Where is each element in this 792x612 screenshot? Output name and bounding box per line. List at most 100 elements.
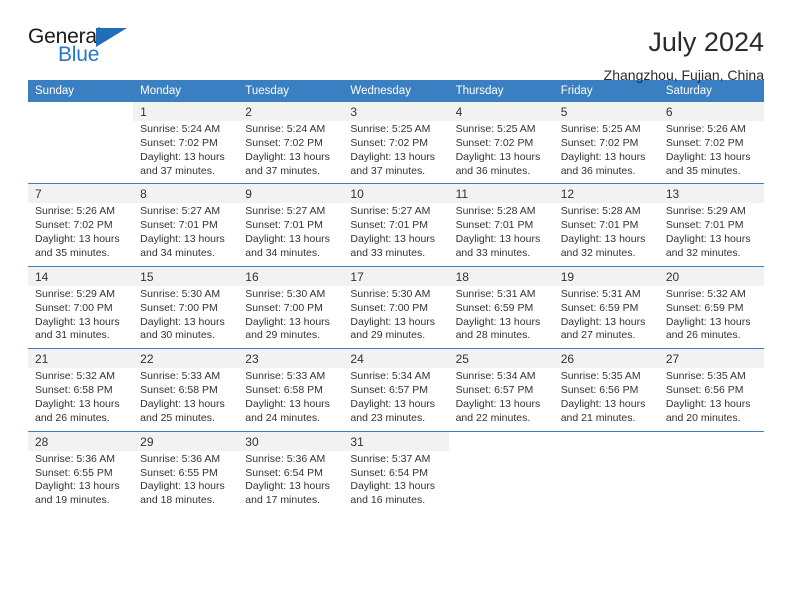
day-number-cell[interactable]: 22 <box>133 348 239 369</box>
day-detail-cell[interactable]: Sunrise: 5:33 AM Sunset: 6:58 PM Daylight:… <box>238 368 344 432</box>
week-daynumber-row: 123456 <box>28 102 764 121</box>
weekday-header-sunday: Sunday <box>28 80 134 102</box>
day-detail-cell[interactable]: Sunrise: 5:36 AM Sunset: 6:54 PM Daylight:… <box>238 450 344 514</box>
day-number-cell[interactable]: 16 <box>238 265 344 286</box>
day-detail-cell[interactable]: Sunrise: 5:26 AM Sunset: 7:02 PM Daylight:… <box>28 203 134 267</box>
day-detail-line: Daylight: 13 hours <box>560 315 646 328</box>
day-detail-line: Daylight: 13 hours <box>455 315 541 328</box>
day-detail-line: Sunset: 7:00 PM <box>245 301 323 314</box>
day-number-cell[interactable]: 7 <box>28 183 134 204</box>
day-detail-line: Sunrise: 5:30 AM <box>140 287 221 300</box>
day-detail-cell[interactable]: Sunrise: 5:35 AM Sunset: 6:56 PM Daylight:… <box>658 368 764 432</box>
day-detail-cell[interactable]: Sunrise: 5:37 AM Sunset: 6:54 PM Daylight:… <box>343 450 449 514</box>
calendar-page: General Blue July 2024 Zhangzhou, Fujian… <box>0 0 792 612</box>
day-detail-cell[interactable]: Sunrise: 5:29 AM Sunset: 7:01 PM Daylight:… <box>658 203 764 267</box>
day-detail-cell[interactable]: Sunrise: 5:24 AM Sunset: 7:02 PM Daylight:… <box>238 121 344 184</box>
day-detail-cell[interactable]: Sunrise: 5:25 AM Sunset: 7:02 PM Daylight:… <box>553 121 659 184</box>
day-number-cell[interactable]: 15 <box>133 265 239 286</box>
day-detail-line: and 35 minutes. <box>665 164 741 177</box>
day-detail-cell[interactable]: Sunrise: 5:31 AM Sunset: 6:59 PM Daylight:… <box>448 285 554 349</box>
day-detail-cell[interactable]: Sunrise: 5:27 AM Sunset: 7:01 PM Daylight:… <box>343 203 449 267</box>
day-detail-line: Sunset: 7:01 PM <box>350 219 429 232</box>
day-detail-line: Sunrise: 5:30 AM <box>245 287 326 300</box>
day-number-cell[interactable]: 25 <box>448 348 554 369</box>
day-detail-cell[interactable]: Sunrise: 5:29 AM Sunset: 7:00 PM Daylight:… <box>28 285 134 349</box>
day-detail-line: Sunrise: 5:34 AM <box>350 370 431 383</box>
day-number-cell[interactable]: 8 <box>133 183 239 204</box>
day-detail-cell[interactable]: Sunrise: 5:27 AM Sunset: 7:01 PM Daylight:… <box>238 203 344 267</box>
day-number-cell[interactable]: 21 <box>28 348 134 369</box>
day-detail-cell[interactable]: Sunrise: 5:30 AM Sunset: 7:00 PM Daylight:… <box>238 285 344 349</box>
day-number-cell[interactable]: 6 <box>658 102 764 121</box>
day-detail-cell[interactable]: Sunrise: 5:28 AM Sunset: 7:01 PM Daylight:… <box>553 203 659 267</box>
day-detail-cell[interactable]: Sunrise: 5:30 AM Sunset: 7:00 PM Daylight:… <box>133 285 239 349</box>
empty-day-cell <box>658 430 764 451</box>
day-detail-line: Sunset: 7:02 PM <box>245 136 323 149</box>
day-number-cell[interactable]: 28 <box>28 430 134 451</box>
day-detail-cell[interactable]: Sunrise: 5:33 AM Sunset: 6:58 PM Daylight:… <box>133 368 239 432</box>
day-number-cell[interactable]: 31 <box>343 430 449 451</box>
day-detail-cell[interactable]: Sunrise: 5:34 AM Sunset: 6:57 PM Daylight:… <box>448 368 554 432</box>
week-detail-row: Sunrise: 5:26 AM Sunset: 7:02 PM Daylight:… <box>28 203 764 267</box>
day-detail-line: Sunset: 6:57 PM <box>350 384 429 397</box>
day-detail-cell[interactable]: Sunrise: 5:25 AM Sunset: 7:02 PM Daylight:… <box>448 121 554 184</box>
day-detail-cell[interactable]: Sunrise: 5:32 AM Sunset: 6:58 PM Daylight:… <box>28 368 134 432</box>
empty-day-cell <box>448 430 554 451</box>
day-number-cell[interactable]: 17 <box>343 265 449 286</box>
day-detail-line: Sunset: 7:01 PM <box>560 219 639 232</box>
day-detail-cell[interactable]: Sunrise: 5:25 AM Sunset: 7:02 PM Daylight:… <box>343 121 449 184</box>
day-number-cell[interactable]: 11 <box>448 183 554 204</box>
day-number-cell[interactable]: 30 <box>238 430 344 451</box>
day-number-cell[interactable]: 23 <box>238 348 344 369</box>
day-detail-line: and 26 minutes. <box>665 329 741 342</box>
day-detail-line: Sunrise: 5:31 AM <box>560 287 641 300</box>
day-detail-line: Daylight: 13 hours <box>560 150 646 163</box>
day-detail-line: Daylight: 13 hours <box>560 398 646 411</box>
page-title: July 2024 <box>648 27 764 57</box>
day-detail-cell[interactable]: Sunrise: 5:30 AM Sunset: 7:00 PM Daylight:… <box>343 285 449 349</box>
day-detail-cell[interactable]: Sunrise: 5:36 AM Sunset: 6:55 PM Daylight:… <box>133 450 239 514</box>
day-number-cell[interactable]: 1 <box>133 102 239 121</box>
day-detail-line: Sunset: 7:02 PM <box>350 136 429 149</box>
day-detail-cell[interactable]: Sunrise: 5:28 AM Sunset: 7:01 PM Daylight:… <box>448 203 554 267</box>
day-detail-line: Daylight: 13 hours <box>35 315 120 328</box>
day-detail-line: Daylight: 13 hours <box>140 150 225 163</box>
day-number-cell[interactable]: 2 <box>238 102 344 121</box>
day-detail-cell[interactable]: Sunrise: 5:24 AM Sunset: 7:02 PM Daylight:… <box>133 121 239 184</box>
day-number-cell[interactable]: 14 <box>28 265 134 286</box>
day-number-cell[interactable]: 26 <box>553 348 659 369</box>
day-number-cell[interactable]: 18 <box>448 265 554 286</box>
day-number-cell[interactable]: 20 <box>658 265 764 286</box>
day-detail-cell[interactable]: Sunrise: 5:26 AM Sunset: 7:02 PM Daylight:… <box>658 121 764 184</box>
empty-day-cell <box>28 102 134 121</box>
day-detail-line: Daylight: 13 hours <box>350 480 436 493</box>
day-number-cell[interactable]: 27 <box>658 348 764 369</box>
day-number-cell[interactable]: 29 <box>133 430 239 451</box>
day-number-cell[interactable]: 24 <box>343 348 449 369</box>
week-daynumber-row: 21 22 23 24 25 26 27 <box>28 348 764 369</box>
day-detail-cell[interactable]: Sunrise: 5:27 AM Sunset: 7:01 PM Daylight:… <box>133 203 239 267</box>
week-detail-row: Sunrise: 5:24 AM Sunset: 7:02 PM Daylight:… <box>28 121 764 184</box>
day-detail-line: Sunset: 6:56 PM <box>665 384 744 397</box>
day-number-cell[interactable]: 3 <box>343 102 449 121</box>
day-detail-line: Sunrise: 5:32 AM <box>35 370 115 383</box>
day-number-cell[interactable]: 9 <box>238 183 344 204</box>
day-number-cell[interactable]: 10 <box>343 183 449 204</box>
general-blue-logo[interactable]: General Blue <box>28 26 138 72</box>
day-number-cell[interactable]: 19 <box>553 265 659 286</box>
day-detail-cell[interactable]: Sunrise: 5:35 AM Sunset: 6:56 PM Daylight:… <box>553 368 659 432</box>
day-detail-line: and 29 minutes. <box>245 329 320 342</box>
day-detail-cell[interactable]: Sunrise: 5:36 AM Sunset: 6:55 PM Daylight:… <box>28 450 134 514</box>
day-detail-cell[interactable]: Sunrise: 5:31 AM Sunset: 6:59 PM Daylight:… <box>553 285 659 349</box>
day-detail-cell[interactable]: Sunrise: 5:32 AM Sunset: 6:59 PM Daylight:… <box>658 285 764 349</box>
day-number-cell[interactable]: 5 <box>553 102 659 121</box>
day-detail-line: Sunset: 6:58 PM <box>245 384 323 397</box>
day-number-cell[interactable]: 4 <box>448 102 554 121</box>
day-number-cell[interactable]: 13 <box>658 183 764 204</box>
day-detail-line: and 29 minutes. <box>350 329 426 342</box>
day-detail-line: and 30 minutes. <box>140 329 215 342</box>
calendar-body: 1 2 3 4 5 6 Sunrise: 5:24 AM Sunset: 7:02 PM Day… <box>28 102 764 514</box>
day-detail-line: Daylight: 13 hours <box>245 398 330 411</box>
day-detail-cell[interactable]: Sunrise: 5:34 AM Sunset: 6:57 PM Daylight:… <box>343 368 449 432</box>
day-number-cell[interactable]: 12 <box>553 183 659 204</box>
